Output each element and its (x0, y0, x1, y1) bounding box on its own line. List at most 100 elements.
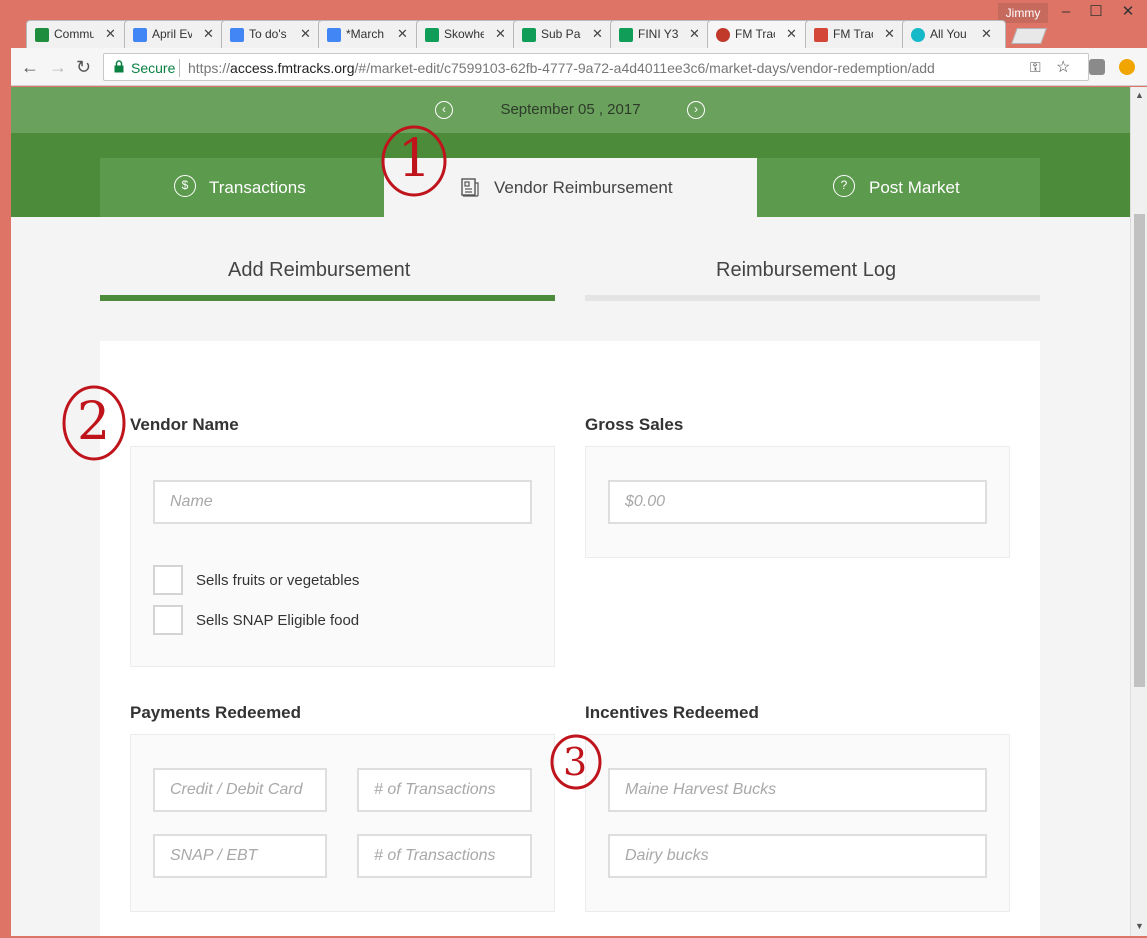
tab-transactions[interactable]: $ Transactions (100, 158, 384, 217)
gmail-favicon-icon (814, 28, 828, 42)
scroll-down-icon[interactable]: ▼ (1135, 921, 1144, 931)
close-tab-icon[interactable]: ✕ (203, 26, 214, 42)
snap-ebt-input[interactable] (153, 834, 327, 878)
credit-transactions-input[interactable] (357, 768, 532, 812)
browser-tab[interactable]: April Events ✕ (124, 20, 228, 48)
close-tab-icon[interactable]: ✕ (495, 26, 506, 42)
browser-tab-title: FM Tracks (833, 27, 873, 41)
close-tab-icon[interactable]: ✕ (884, 26, 895, 42)
sheets-favicon-icon (522, 28, 536, 42)
browser-tab[interactable]: FM Tracks ✕ (805, 20, 909, 48)
browser-tab[interactable]: All You ✕ (902, 20, 1006, 48)
incentives-redeemed-label: Incentives Redeemed (585, 703, 759, 722)
browser-tab-title: FINI Y3 (638, 27, 678, 41)
vendor-name-label: Vendor Name (130, 415, 239, 434)
close-window-button[interactable]: ✕ (1112, 0, 1144, 24)
close-tab-icon[interactable]: ✕ (105, 26, 116, 42)
sheets-favicon-icon (425, 28, 439, 42)
sheets-favicon-icon (619, 28, 633, 42)
dollar-circle-icon: $ (174, 175, 196, 197)
dairy-bucks-input[interactable] (608, 834, 987, 878)
vendor-name-box: Sells fruits or vegetables Sells SNAP El… (130, 446, 555, 667)
fmtracks-favicon-icon (716, 28, 730, 42)
close-tab-icon[interactable]: ✕ (592, 26, 603, 42)
browser-tab-title: Sub Pages (541, 27, 581, 41)
gross-sales-label: Gross Sales (585, 415, 684, 434)
browser-tab-active[interactable]: FM Tracks ✕ (707, 20, 811, 48)
annotation-number-one: 1 (398, 129, 432, 189)
tab-label: Vendor Reimbursement (494, 178, 673, 197)
url-host: access.fmtracks.org (230, 60, 355, 76)
browser-tab-title: FM Tracks (735, 27, 775, 41)
payments-redeemed-box (130, 734, 555, 912)
address-bar[interactable]: Secure https://access.fmtracks.org/#/mar… (103, 53, 1089, 81)
scroll-up-icon[interactable]: ▲ (1135, 90, 1144, 100)
browser-tab[interactable]: Sub Pages ✕ (513, 20, 617, 48)
browser-tab-title: All You (930, 27, 967, 41)
secure-label: Secure (131, 60, 176, 76)
close-tab-icon[interactable]: ✕ (786, 26, 797, 42)
subtab-underline (585, 295, 1040, 301)
annotation-number-three: 3 (563, 740, 588, 784)
subtab-active-underline (100, 295, 555, 301)
incentives-redeemed-box (585, 734, 1010, 912)
subtab-reimbursement-log[interactable]: Reimbursement Log (716, 259, 896, 282)
gross-sales-input[interactable] (608, 480, 987, 524)
browser-tab-title: Community (54, 27, 94, 41)
canva-favicon-icon (911, 28, 925, 42)
payments-redeemed-label: Payments Redeemed (130, 703, 302, 722)
main-tabs-bar: $ Transactions Vendor Reimbursement ? Po… (11, 133, 1130, 217)
close-tab-icon[interactable]: ✕ (397, 26, 408, 42)
scrollbar-thumb[interactable] (1134, 214, 1145, 687)
new-tab-button[interactable] (1011, 28, 1047, 44)
sells-snap-label: Sells SNAP Eligible food (196, 612, 360, 629)
browser-tab[interactable]: Community ✕ (26, 20, 130, 48)
close-tab-icon[interactable]: ✕ (981, 26, 992, 42)
drive-favicon-icon (35, 28, 49, 42)
browser-tab-title: April Events (152, 27, 192, 41)
key-icon[interactable]: ⚿ (1030, 59, 1041, 76)
url-path: /#/market-edit/c7599103-62fb-4777-9a72-a… (354, 60, 935, 76)
tab-label: Transactions (209, 178, 306, 197)
back-icon[interactable]: ← (21, 57, 39, 78)
browser-tab-title: Skowhegan (444, 27, 484, 41)
bookmark-star-icon[interactable]: ☆ (1056, 57, 1070, 77)
snap-transactions-input[interactable] (357, 834, 532, 878)
close-tab-icon[interactable]: ✕ (300, 26, 311, 42)
browser-tab[interactable]: Skowhegan ✕ (416, 20, 520, 48)
sells-fruits-checkbox[interactable] (153, 565, 183, 595)
minimize-button[interactable]: – (1050, 0, 1082, 24)
question-circle-icon: ? (833, 175, 855, 197)
next-day-icon[interactable]: › (687, 101, 705, 119)
browser-tab-title: *March (346, 27, 385, 41)
sells-snap-checkbox[interactable] (153, 605, 183, 635)
vendor-name-input[interactable] (153, 480, 532, 524)
browser-tab[interactable]: FINI Y3 ✕ (610, 20, 714, 48)
credit-debit-input[interactable] (153, 768, 327, 812)
url-text[interactable]: https://access.fmtracks.org/#/market-edi… (188, 60, 935, 76)
date-bar: ‹ September 05 , 2017 › (11, 87, 1130, 133)
browser-tab[interactable]: *March ✕ (318, 20, 422, 48)
forward-icon[interactable]: → (49, 57, 67, 78)
reimbursement-form: Vendor Name Sells fruits or vegetables S… (100, 341, 1040, 936)
page-scrollbar[interactable]: ▲ ▼ (1130, 87, 1147, 936)
browser-toolbar: ← → ↻ Secure https://access.fmtracks.org… (11, 48, 1147, 86)
sells-fruits-label: Sells fruits or vegetables (196, 572, 360, 589)
lock-icon (114, 60, 124, 73)
docs-favicon-icon (327, 28, 341, 42)
gross-sales-box (585, 446, 1010, 558)
browser-tab-title: To do's (249, 27, 287, 41)
tab-post-market[interactable]: ? Post Market (757, 158, 1040, 217)
extension-icon[interactable] (1089, 59, 1105, 75)
docs-favicon-icon (230, 28, 244, 42)
address-separator (179, 59, 180, 77)
maine-harvest-bucks-input[interactable] (608, 768, 987, 812)
close-tab-icon[interactable]: ✕ (689, 26, 700, 42)
docs-favicon-icon (133, 28, 147, 42)
page-viewport: ‹ September 05 , 2017 › $ Transactions V… (11, 87, 1130, 936)
maximize-button[interactable]: ☐ (1080, 0, 1112, 24)
subtab-add-reimbursement[interactable]: Add Reimbursement (228, 259, 410, 282)
browser-tab[interactable]: To do's ✕ (221, 20, 325, 48)
reload-icon[interactable]: ↻ (76, 57, 91, 78)
alert-extension-icon[interactable] (1119, 59, 1135, 75)
